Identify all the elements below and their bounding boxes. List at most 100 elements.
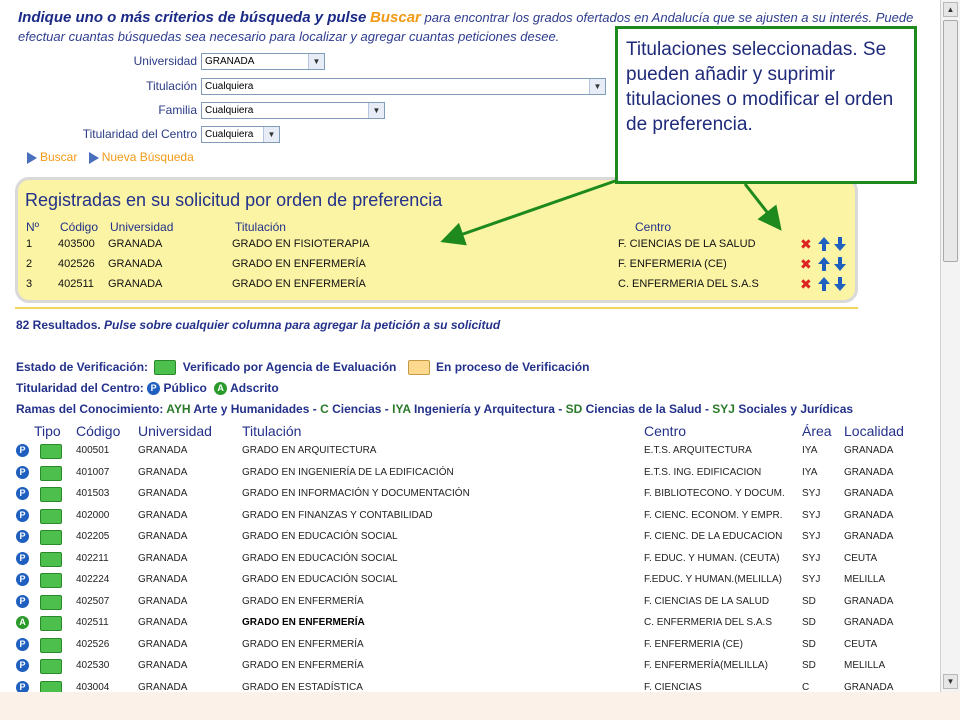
col-header-centro[interactable]: Centro	[644, 423, 686, 439]
move-down-icon[interactable]	[833, 236, 847, 252]
col-header-codigo[interactable]: Código	[76, 423, 120, 439]
col-header-universidad[interactable]: Universidad	[138, 423, 212, 439]
table-row[interactable]: P 402211 GRANADA GRADO EN EDUCACIÓN SOCIAL F…	[0, 549, 940, 570]
table-row[interactable]: P 402205 GRANADA GRADO EN EDUCACIÓN SOCIAL F…	[0, 527, 940, 548]
col-header-titulacion[interactable]: Titulación	[242, 423, 301, 439]
cell-titulacion: GRADO EN INFORMACIÓN Y DOCUMENTACIÓN	[242, 488, 470, 499]
universidad-value: GRANADA	[205, 56, 255, 67]
reg-codigo: 402511	[58, 278, 94, 290]
col-header-area[interactable]: Área	[802, 423, 832, 439]
web-page: Indique uno o más criterios de búsqueda …	[0, 0, 940, 692]
adscrito-badge-icon: A	[214, 382, 228, 396]
delete-icon[interactable]: ✖	[800, 236, 812, 253]
table-row[interactable]: A 402511 GRANADA GRADO EN ENFERMERÍA C. ENFE…	[0, 613, 940, 634]
intro-keyword: Buscar	[370, 9, 421, 26]
move-down-icon[interactable]	[833, 276, 847, 292]
table-row[interactable]: P 401503 GRANADA GRADO EN INFORMACIÓN Y DOC…	[0, 484, 940, 505]
table-row[interactable]: P 403004 GRANADA GRADO EN ESTADÍSTICA F. CIE…	[0, 678, 940, 693]
titularidad-select[interactable]: Cualquiera ▼	[201, 126, 280, 143]
table-row[interactable]: P 400501 GRANADA GRADO EN ARQUITECTURA E.T.S…	[0, 441, 940, 462]
universidad-select[interactable]: GRANADA ▼	[201, 53, 325, 70]
table-row[interactable]: P 402000 GRANADA GRADO EN FINANZAS Y CONTAB…	[0, 506, 940, 527]
cell-centro: F. ENFERMERIA (CE)	[644, 638, 743, 650]
reg-no: 3	[26, 278, 33, 290]
verified-square-icon	[40, 616, 62, 631]
vertical-scrollbar[interactable]: ▲ ▼	[940, 0, 960, 692]
rama-code: SD	[565, 402, 583, 416]
table-row[interactable]: P 402224 GRANADA GRADO EN EDUCACIÓN SOCIAL F…	[0, 570, 940, 591]
cell-universidad: GRANADA	[138, 660, 188, 671]
reg-centro: C. ENFERMERIA DEL S.A.S	[618, 278, 759, 290]
cell-codigo: 402530	[76, 660, 110, 671]
titulacion-value: Cualquiera	[205, 81, 254, 92]
cell-centro: F.EDUC. Y HUMAN.(MELILLA)	[644, 574, 782, 585]
cell-localidad: GRANADA	[844, 681, 894, 693]
cell-universidad: GRANADA	[138, 595, 188, 607]
search-actions: Buscar Nueva Búsqueda	[27, 150, 202, 164]
chevron-down-icon[interactable]: ▼	[368, 103, 384, 118]
verificado-label: Verificado por Agencia de Evaluación	[182, 360, 397, 374]
reg-universidad: GRANADA	[108, 278, 163, 290]
cell-localidad: MELILLA	[844, 660, 886, 671]
table-row[interactable]: P 402507 GRANADA GRADO EN ENFERMERÍA F. CIEN…	[0, 592, 940, 613]
scrollbar-thumb[interactable]	[943, 20, 958, 262]
familia-select[interactable]: Cualquiera ▼	[201, 102, 385, 119]
scroll-up-icon[interactable]: ▲	[943, 2, 958, 17]
titulacion-label: Titulación	[146, 79, 197, 93]
nueva-busqueda-link[interactable]: Nueva Búsqueda	[88, 150, 194, 164]
cell-universidad: GRANADA	[138, 681, 188, 693]
buscar-link[interactable]: Buscar	[27, 150, 77, 164]
cell-centro: F. CIENC. DE LA EDUCACION	[644, 531, 783, 542]
rama-name: Sociales y Jurídicas	[738, 402, 854, 416]
move-up-icon[interactable]	[817, 276, 831, 292]
cell-codigo: 401007	[76, 466, 110, 478]
cell-centro: C. ENFERMERIA DEL S.A.S	[644, 617, 772, 628]
move-up-icon[interactable]	[817, 256, 831, 272]
cell-centro: F. CIENC. ECONOM. Y EMPR.	[644, 509, 783, 521]
delete-icon[interactable]: ✖	[800, 276, 812, 293]
legend-estado: Estado de Verificación: Verificado por A…	[16, 360, 589, 376]
chevron-down-icon[interactable]: ▼	[589, 79, 605, 94]
chevron-down-icon[interactable]: ▼	[263, 127, 279, 142]
reg-codigo: 403500	[58, 238, 95, 250]
cell-universidad: GRANADA	[138, 617, 188, 628]
cell-codigo: 402224	[76, 574, 110, 585]
cell-localidad: GRANADA	[844, 509, 894, 521]
rama-name: Arte y Humanidades	[193, 402, 310, 416]
verified-square-icon	[40, 465, 62, 481]
results-count: 82 Resultados.	[16, 318, 101, 332]
delete-icon[interactable]: ✖	[800, 256, 812, 273]
results-hint: Pulse sobre cualquier columna para agreg…	[104, 318, 501, 332]
table-row[interactable]: P 401007 GRANADA GRADO EN INGENIERÍA DE LA …	[0, 463, 940, 484]
chevron-down-icon[interactable]: ▼	[308, 54, 324, 69]
reg-titulacion: GRADO EN ENFERMERÍA	[232, 258, 366, 270]
rama-code: C	[320, 402, 329, 416]
cell-codigo: 402511	[76, 617, 109, 628]
titulacion-select[interactable]: Cualquiera ▼	[201, 78, 606, 95]
publico-badge-icon: P	[16, 444, 29, 457]
table-row[interactable]: P 402530 GRANADA GRADO EN ENFERMERÍA F. ENFE…	[0, 656, 940, 677]
col-header-localidad[interactable]: Localidad	[844, 423, 904, 439]
scroll-down-icon[interactable]: ▼	[943, 674, 958, 689]
cell-area: SYJ	[802, 488, 821, 499]
results-summary: 82 Resultados. Pulse sobre cualquier col…	[16, 318, 500, 332]
cell-centro: F. EDUC. Y HUMAN. (CEUTA)	[644, 552, 780, 564]
reg-centro: F. CIENCIAS DE LA SALUD	[618, 238, 756, 250]
verified-square-icon	[154, 360, 177, 376]
cell-localidad: MELILLA	[844, 574, 886, 585]
cell-area: SYJ	[802, 531, 821, 542]
cell-area: SYJ	[802, 509, 821, 521]
cell-localidad: CEUTA	[844, 552, 878, 564]
cell-codigo: 400501	[76, 445, 110, 456]
cell-area: SD	[802, 638, 816, 650]
col-header-tipo[interactable]: Tipo	[34, 423, 61, 439]
cell-titulacion: GRADO EN FINANZAS Y CONTABILIDAD	[242, 509, 433, 521]
move-down-icon[interactable]	[833, 256, 847, 272]
cell-universidad: GRANADA	[138, 638, 188, 650]
cell-titulacion: GRADO EN EDUCACIÓN SOCIAL	[242, 531, 398, 542]
move-up-icon[interactable]	[817, 236, 831, 252]
status-area	[0, 692, 960, 720]
table-row[interactable]: P 402526 GRANADA GRADO EN ENFERMERÍA F. ENFE…	[0, 635, 940, 656]
verified-square-icon	[40, 637, 62, 653]
verified-square-icon	[40, 573, 62, 588]
